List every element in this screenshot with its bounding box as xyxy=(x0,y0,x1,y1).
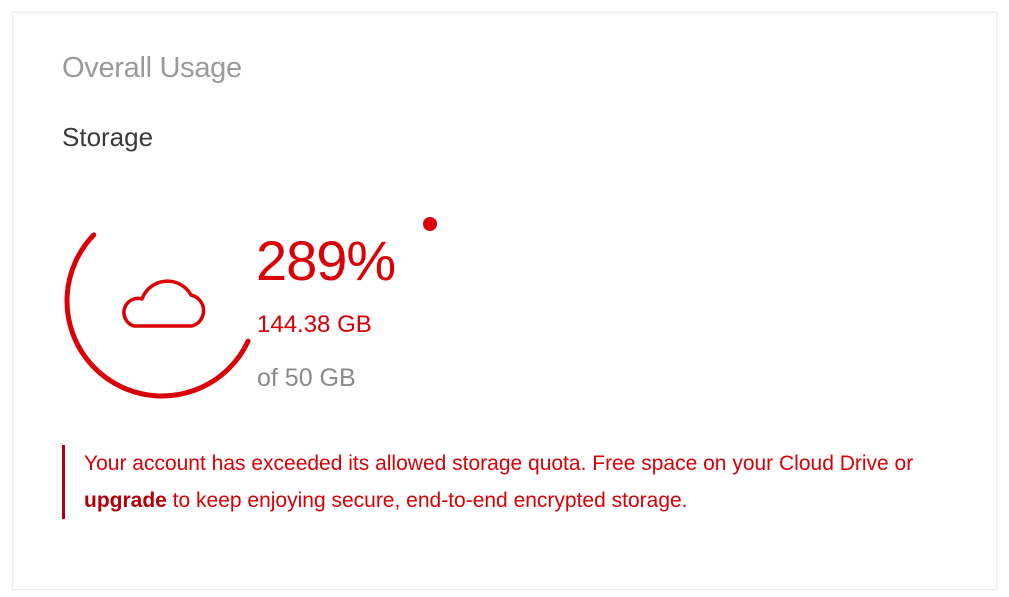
warning-text-before: Your account has exceeded its allowed st… xyxy=(84,452,914,475)
card-title: Overall Usage xyxy=(62,52,242,84)
storage-gauge-ring xyxy=(64,203,260,399)
overall-usage-card: Overall Usage Storage 289% 144.38 GB of … xyxy=(12,12,997,590)
storage-section-title: Storage xyxy=(62,122,154,152)
quota-exceeded-warning: Your account has exceeded its allowed st… xyxy=(62,445,942,519)
over-quota-alert-dot xyxy=(423,217,437,231)
upgrade-link[interactable]: upgrade xyxy=(84,489,167,512)
usage-percentage: 289% xyxy=(256,229,396,292)
storage-gauge xyxy=(62,201,262,401)
total-storage: of 50 GB xyxy=(257,364,356,392)
used-storage: 144.38 GB xyxy=(257,311,372,338)
cloud-icon xyxy=(122,279,206,328)
warning-text-after: to keep enjoying secure, end-to-end encr… xyxy=(166,489,688,512)
